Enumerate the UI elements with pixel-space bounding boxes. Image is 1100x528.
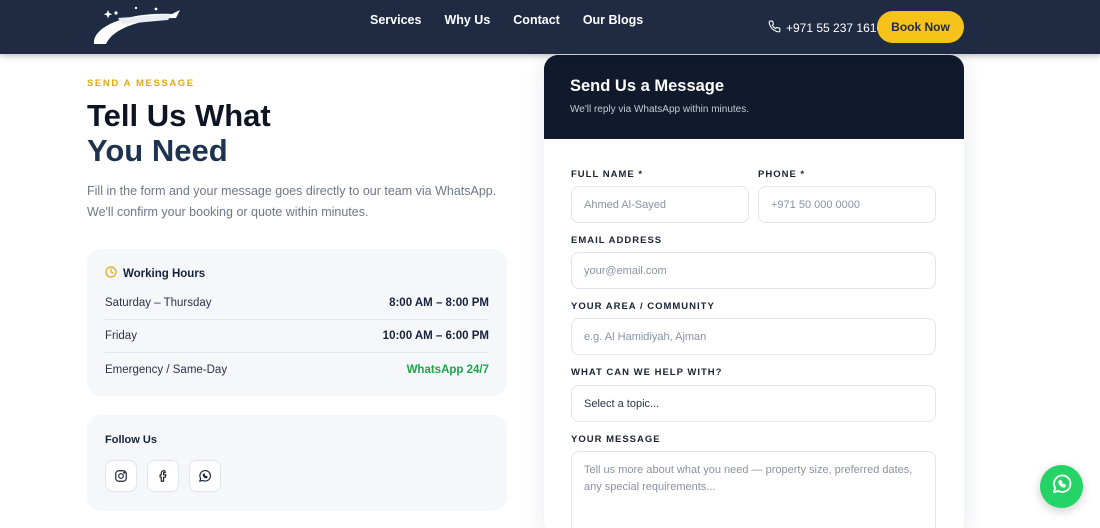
- working-hours-title: Working Hours: [123, 267, 206, 280]
- working-hours-heading: Working Hours: [105, 266, 489, 281]
- logo[interactable]: sirin: [88, 4, 186, 50]
- title-line-2: You Need: [87, 133, 228, 168]
- site-header: sirin Services Why Us Contact Our Blogs …: [0, 0, 1100, 54]
- book-now-button[interactable]: Book Now: [877, 11, 964, 43]
- hours-row: Saturday – Thursday 8:00 AM – 8:00 PM: [105, 287, 489, 320]
- area-field[interactable]: e.g. Al Hamidiyah, Ajman: [571, 318, 936, 355]
- hours-row: Friday 10:00 AM – 6:00 PM: [105, 320, 489, 353]
- social-links: [105, 460, 489, 492]
- form-title: Send Us a Message: [570, 77, 725, 95]
- hours-time: 8:00 AM – 8:00 PM: [389, 297, 489, 309]
- topic-select[interactable]: Select a topic...: [571, 385, 936, 422]
- full-name-field[interactable]: Ahmed Al-Sayed: [571, 186, 749, 223]
- full-name-label: FULL NAME *: [571, 169, 644, 180]
- page-title: Tell Us What You Need: [87, 98, 271, 168]
- phone-label: PHONE *: [758, 169, 806, 180]
- whatsapp-icon[interactable]: [189, 460, 221, 492]
- facebook-icon[interactable]: [147, 460, 179, 492]
- message-textarea[interactable]: Tell us more about what you need — prope…: [571, 451, 936, 528]
- hours-row: Emergency / Same-Day WhatsApp 24/7: [105, 353, 489, 386]
- title-line-1: Tell Us What: [87, 98, 271, 133]
- logo-graphic: sirin: [93, 6, 180, 48]
- form-header: Send Us a Message We'll reply via WhatsA…: [544, 55, 964, 139]
- phone-field[interactable]: +971 50 000 0000: [758, 186, 936, 223]
- nav-our-blogs[interactable]: Our Blogs: [583, 13, 643, 27]
- follow-us-title: Follow Us: [105, 434, 157, 446]
- topic-label: WHAT CAN WE HELP WITH?: [571, 367, 723, 378]
- phone-number: +971 55 237 1616: [786, 21, 884, 35]
- intro-text: Fill in the form and your message goes d…: [87, 184, 497, 219]
- form-subtitle: We'll reply via WhatsApp within minutes.: [570, 104, 750, 115]
- section-eyebrow: SEND A MESSAGE: [87, 78, 195, 89]
- nav-services[interactable]: Services: [370, 13, 421, 27]
- email-label: EMAIL ADDRESS: [571, 235, 663, 246]
- main-nav: Services Why Us Contact Our Blogs: [370, 0, 666, 40]
- clock-icon: [105, 266, 117, 281]
- header-phone[interactable]: +971 55 237 1616: [768, 20, 883, 36]
- hours-time: 10:00 AM – 6:00 PM: [382, 330, 489, 342]
- working-hours-card: Working Hours Saturday – Thursday 8:00 A…: [87, 249, 507, 396]
- nav-why-us[interactable]: Why Us: [444, 13, 490, 27]
- svg-text:sirin: sirin: [110, 29, 146, 48]
- whatsapp-icon: [1051, 473, 1073, 500]
- email-field[interactable]: your@email.com: [571, 252, 936, 289]
- follow-us-card: Follow Us: [87, 415, 507, 511]
- instagram-icon[interactable]: [105, 460, 137, 492]
- message-form-card: Send Us a Message We'll reply via WhatsA…: [544, 55, 964, 528]
- hours-day: Friday: [105, 330, 137, 342]
- message-label: YOUR MESSAGE: [571, 434, 661, 445]
- phone-icon: [768, 20, 781, 36]
- area-label: YOUR AREA / COMMUNITY: [571, 301, 715, 312]
- nav-contact[interactable]: Contact: [513, 13, 560, 27]
- hours-time-whatsapp: WhatsApp 24/7: [406, 363, 489, 376]
- hours-day: Saturday – Thursday: [105, 297, 212, 309]
- hours-day: Emergency / Same-Day: [105, 363, 228, 376]
- whatsapp-float-button[interactable]: [1040, 465, 1083, 508]
